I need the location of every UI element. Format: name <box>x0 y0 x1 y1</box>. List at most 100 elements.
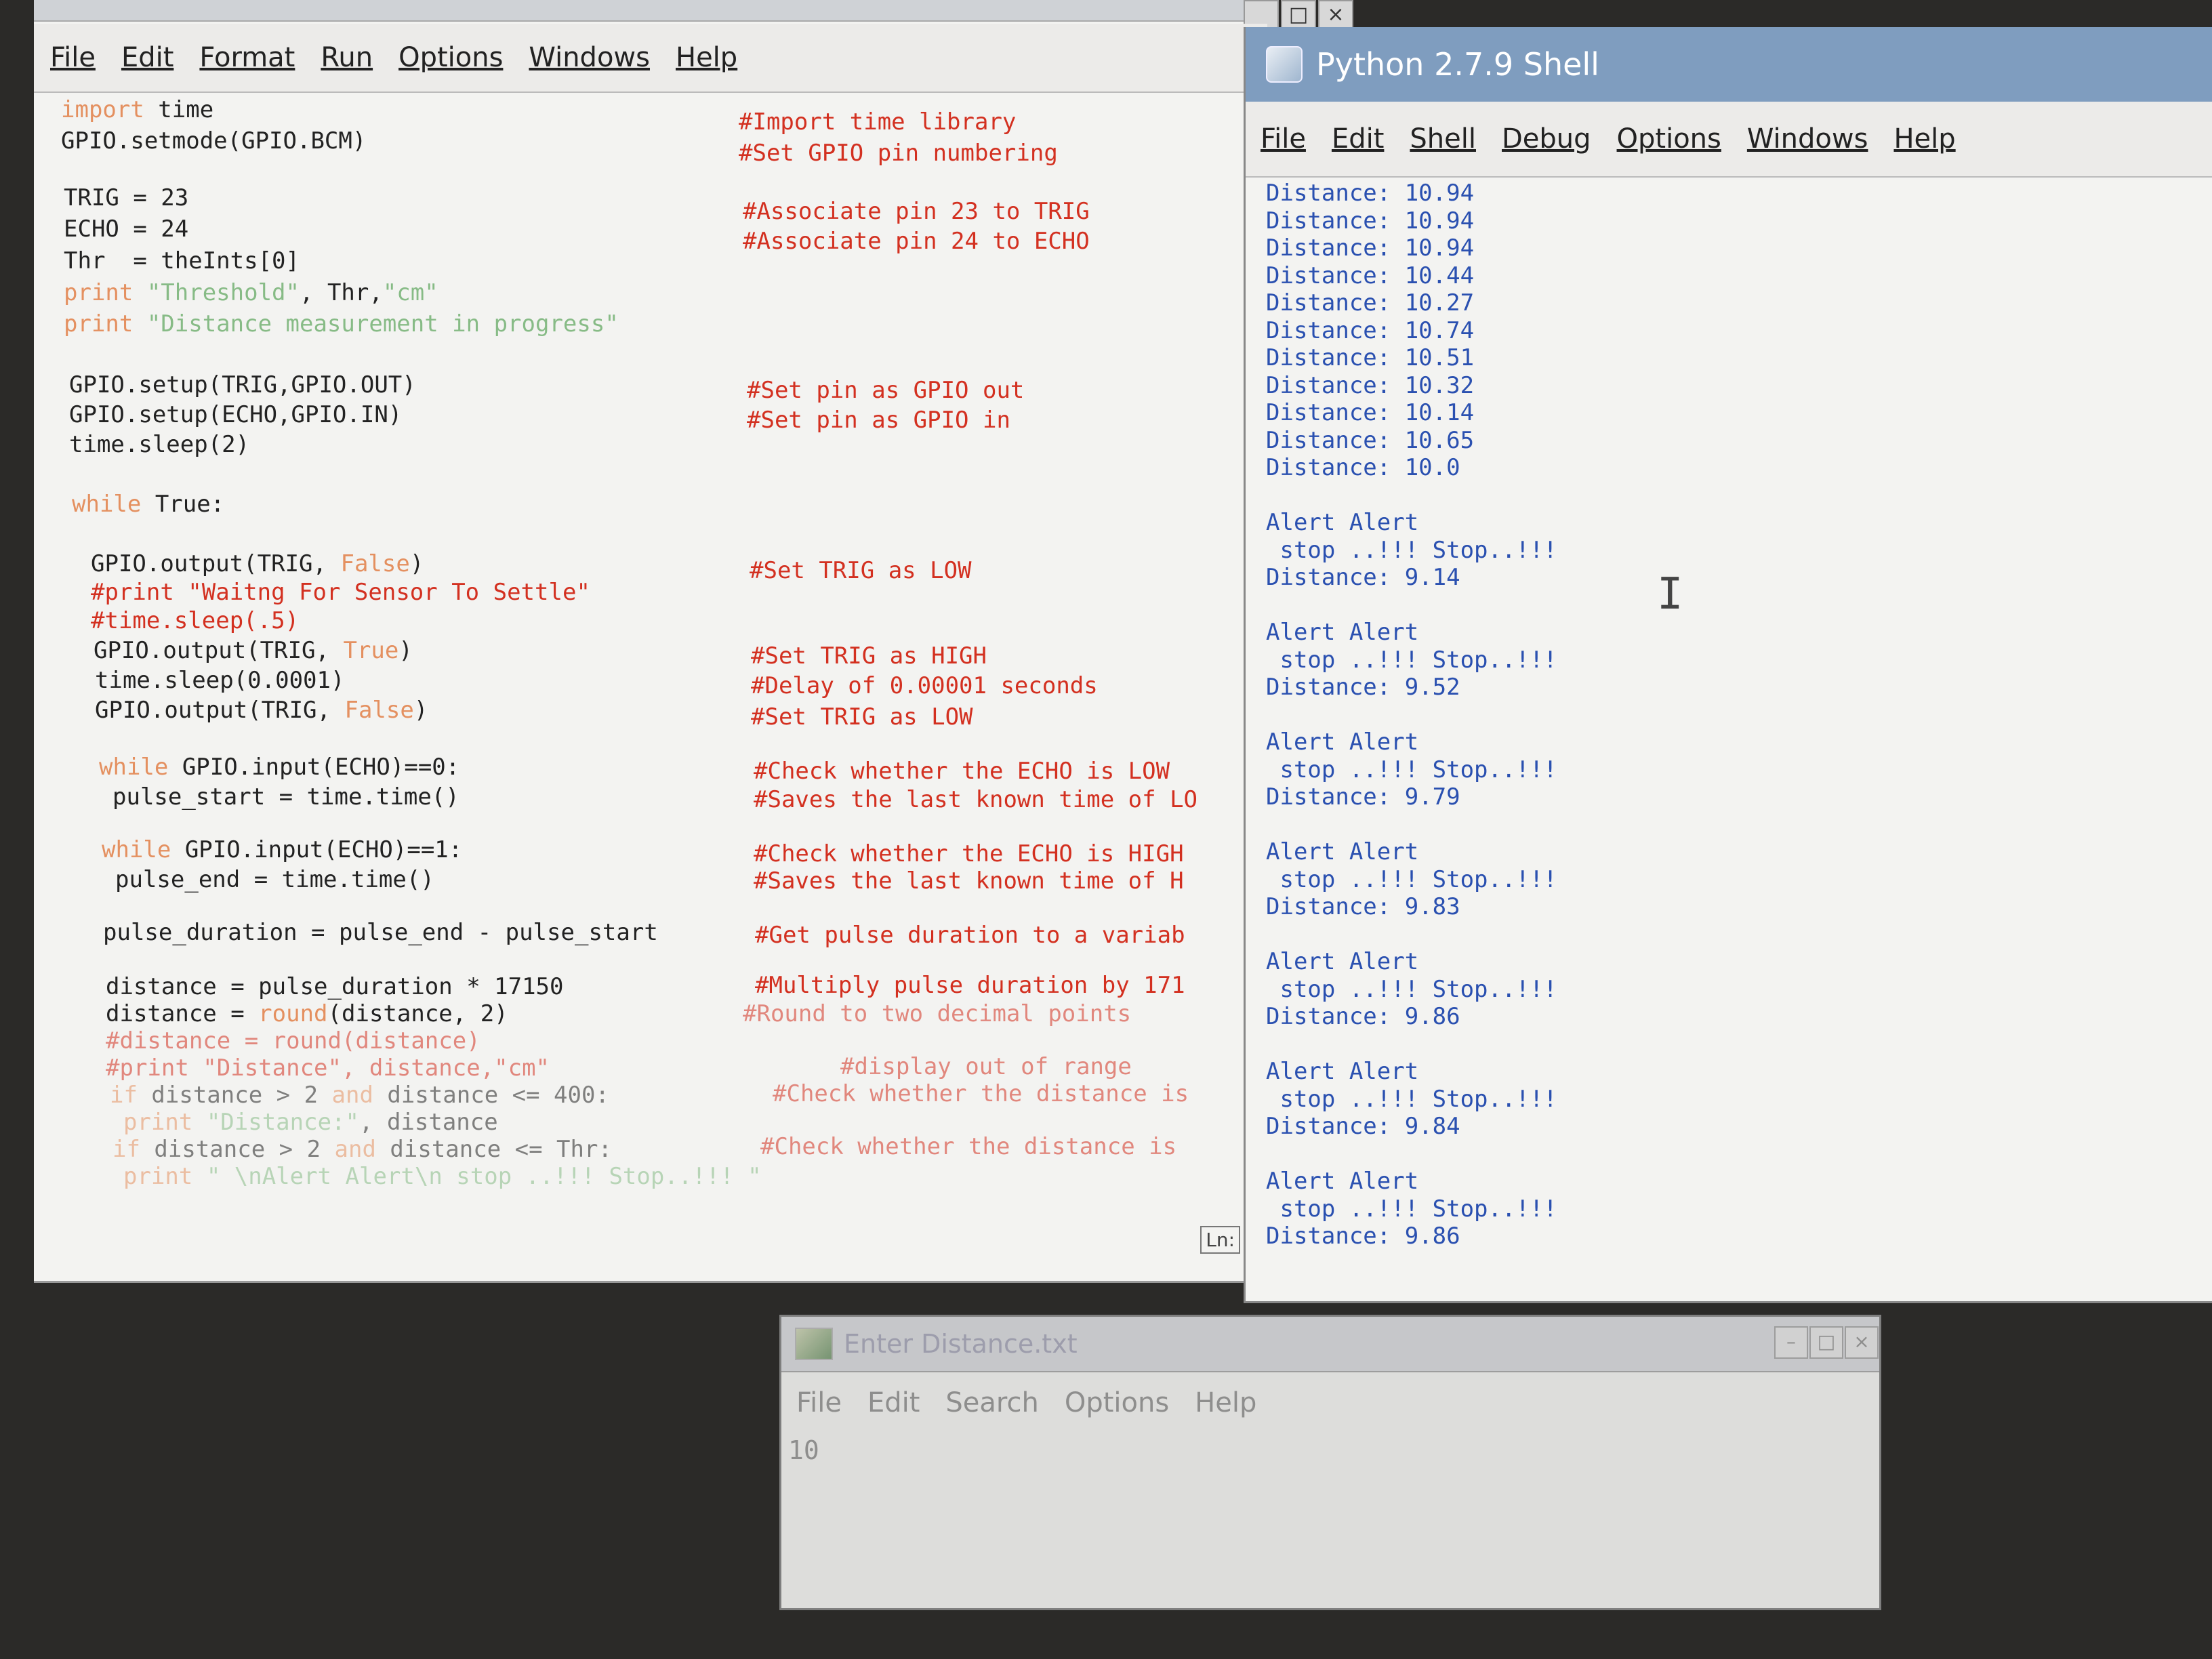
code-token: #time.sleep(.5) <box>91 607 300 634</box>
code-token: #print "Distance", distance,"cm" <box>106 1054 550 1082</box>
code-token: distance > 2 <box>140 1136 335 1163</box>
notepad-menubar: File Edit Search Options Help <box>781 1372 1879 1433</box>
code-token: time <box>144 96 214 123</box>
code-line: #print "Waitng For Sensor To Settle" <box>91 579 590 606</box>
editor-menu-windows[interactable]: Windows <box>529 42 650 73</box>
shell-titlebar[interactable]: Python 2.7.9 Shell <box>1246 27 2212 102</box>
code-token: distance <= Thr: <box>375 1136 612 1163</box>
code-line: while True: <box>72 491 224 518</box>
code-comment: #Saves the last known time of LO <box>754 786 1198 813</box>
code-token: False <box>344 697 414 724</box>
notepad-menu-options[interactable]: Options <box>1065 1387 1169 1418</box>
code-token: Thr = theInts[0] <box>64 247 300 274</box>
notepad-titlebar[interactable]: Enter Distance.txt <box>781 1317 1879 1372</box>
shell-output-line: Alert Alert <box>1266 509 1419 536</box>
shell-menu-help[interactable]: Help <box>1893 123 1955 155</box>
editor-menu-format[interactable]: Format <box>199 42 295 73</box>
shell-output-line: Distance: 9.86 <box>1266 1223 1460 1250</box>
shell-window: Python 2.7.9 Shell File Edit Shell Debug Opt… <box>1244 27 2212 1303</box>
code-token: print <box>123 1163 193 1190</box>
code-token: time.sleep(0.0001) <box>95 667 345 694</box>
code-line: import time <box>61 96 213 123</box>
shell-output-line: stop ..!!! Stop..!!! <box>1266 1195 1557 1223</box>
code-token: #print "Waitng For Sensor To Settle" <box>91 579 590 606</box>
code-token: and <box>334 1136 376 1163</box>
notepad-minimize-button[interactable]: – <box>1774 1326 1808 1359</box>
shell-menu-debug[interactable]: Debug <box>1502 123 1591 155</box>
code-token: GPIO.input(ECHO)==1: <box>171 836 463 863</box>
code-token: distance = <box>106 1000 259 1027</box>
code-token: , distance <box>359 1109 498 1136</box>
shell-output-line: Distance: 9.52 <box>1266 674 1460 701</box>
code-comment: #Set TRIG as LOW <box>750 557 972 584</box>
shell-menu-shell[interactable]: Shell <box>1410 123 1476 155</box>
editor-menu-help[interactable]: Help <box>676 42 737 73</box>
code-token: False <box>340 550 410 577</box>
shell-output-line: Distance: 10.74 <box>1266 316 1475 344</box>
shell-output-line: Distance: 9.83 <box>1266 893 1460 920</box>
code-token: TRIG = 23 <box>64 184 189 211</box>
text-file-icon <box>795 1328 833 1360</box>
code-token: "Threshold" <box>133 279 300 306</box>
editor-menubar: File Edit Format Run Options Windows Help <box>34 24 1267 93</box>
code-token: " \nAlert Alert\n stop ..!!! Stop..!!! " <box>192 1163 762 1190</box>
shell-menubar: File Edit Shell Debug Options Windows Help <box>1246 102 2212 178</box>
code-token: pulse_end = time.time() <box>115 866 434 893</box>
code-comment: #Multiply pulse duration by 171 <box>755 972 1185 999</box>
code-token: ) <box>409 550 424 577</box>
code-line: GPIO.setmode(GPIO.BCM) <box>61 127 366 155</box>
code-comment: #Associate pin 23 to TRIG <box>743 198 1090 225</box>
code-token: "Distance:" <box>192 1109 359 1136</box>
notepad-menu-file[interactable]: File <box>796 1387 842 1418</box>
shell-output-line: Distance: 9.79 <box>1266 783 1460 811</box>
code-editor[interactable]: import time GPIO.setmode(GPIO.BCM) TRIG = … <box>47 95 1254 1247</box>
code-comment: #Get pulse duration to a variab <box>755 922 1185 949</box>
shell-output[interactable]: Distance: 10.94 Distance: 10.94 Distance: … <box>1266 180 2147 1264</box>
shell-output-line: stop ..!!! Stop..!!! <box>1266 646 1557 674</box>
notepad-maximize-button[interactable]: □ <box>1809 1326 1843 1359</box>
shell-output-line: Alert Alert <box>1266 1168 1419 1195</box>
notepad-menu-search[interactable]: Search <box>945 1387 1038 1418</box>
notepad-menu-edit[interactable]: Edit <box>867 1387 920 1418</box>
shell-menu-windows[interactable]: Windows <box>1747 123 1868 155</box>
code-token: GPIO.setup(TRIG,GPIO.OUT) <box>69 371 416 398</box>
code-line: print "Distance measurement in progress" <box>64 310 619 337</box>
editor-menu-edit[interactable]: Edit <box>121 42 173 73</box>
line-number-status: Ln: <box>1200 1226 1240 1254</box>
shell-menu-options[interactable]: Options <box>1617 123 1721 155</box>
code-token: (distance, 2) <box>327 1000 508 1027</box>
text-cursor-icon: I <box>1657 569 1683 619</box>
code-line: TRIG = 23 <box>64 184 188 211</box>
shell-output-line: Distance: 10.94 <box>1266 207 1475 234</box>
code-line: while GPIO.input(ECHO)==1: <box>102 836 462 863</box>
code-token: while <box>99 754 169 781</box>
editor-menu-options[interactable]: Options <box>398 42 503 73</box>
shell-output-line: Alert Alert <box>1266 838 1419 865</box>
code-token: if <box>112 1136 140 1163</box>
shell-output-line: Alert Alert <box>1266 729 1419 756</box>
notepad-menu-help[interactable]: Help <box>1195 1387 1256 1418</box>
notepad-close-button[interactable]: × <box>1845 1326 1879 1359</box>
code-line: print "Distance:", distance <box>123 1109 498 1136</box>
code-comment: #display out of range <box>840 1053 1132 1080</box>
code-token: print <box>64 279 134 306</box>
shell-output-line: Distance: 9.86 <box>1266 1003 1460 1030</box>
shell-output-line: stop ..!!! Stop..!!! <box>1266 975 1557 1003</box>
code-line: #distance = round(distance) <box>106 1027 480 1054</box>
shell-output-line: Distance: 10.27 <box>1266 289 1475 316</box>
editor-menu-run[interactable]: Run <box>321 42 373 73</box>
code-line: #print "Distance", distance,"cm" <box>106 1054 550 1082</box>
editor-titlebar[interactable] <box>34 0 1267 22</box>
shell-title: Python 2.7.9 Shell <box>1316 46 1599 83</box>
code-token: pulse_start = time.time() <box>112 783 459 811</box>
code-line: ECHO = 24 <box>64 216 188 243</box>
editor-menu-file[interactable]: File <box>50 42 96 73</box>
shell-menu-file[interactable]: File <box>1261 123 1306 155</box>
shell-output-line: Distance: 10.44 <box>1266 262 1475 289</box>
code-token: GPIO.output(TRIG, <box>91 550 341 577</box>
shell-menu-edit[interactable]: Edit <box>1332 123 1384 155</box>
notepad-content[interactable]: 10 <box>788 1435 819 1465</box>
code-token: distance <= 400: <box>373 1082 609 1109</box>
code-token: pulse_duration = pulse_end - pulse_start <box>103 919 658 946</box>
code-line: GPIO.setup(ECHO,GPIO.IN) <box>69 401 402 428</box>
